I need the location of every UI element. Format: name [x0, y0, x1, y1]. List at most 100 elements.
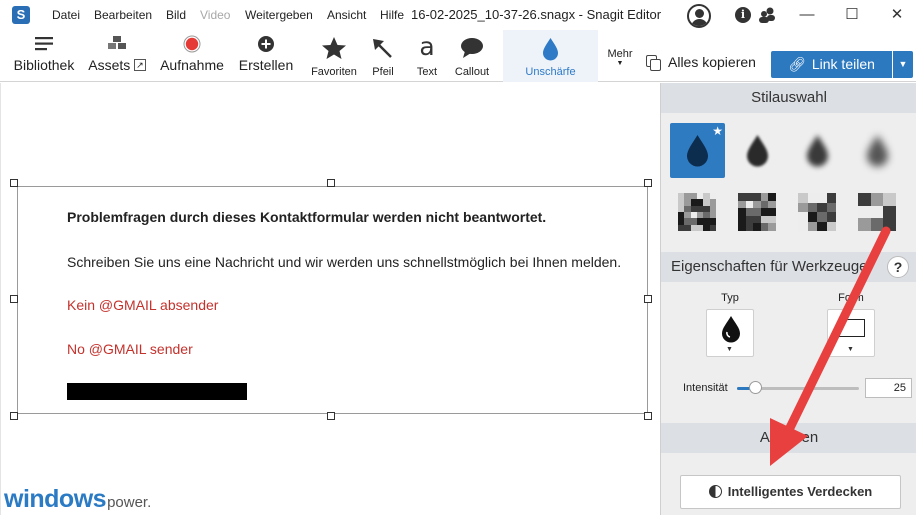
- pixelate-icon: [858, 193, 896, 231]
- chevron-down-icon: ▼: [847, 346, 854, 353]
- text-tool[interactable]: a Text: [408, 30, 446, 82]
- callout-tool[interactable]: Callout: [450, 30, 494, 82]
- record-icon: [183, 35, 201, 53]
- library-label: Bibliothek: [13, 57, 75, 73]
- maximize-button[interactable]: ☐: [843, 6, 861, 24]
- watermark-main: windows: [4, 485, 107, 513]
- tool-properties-header: Eigenschaften für Werkzeuge: [661, 252, 916, 282]
- canvas[interactable]: Problemfragen durch dieses Kontaktformul…: [0, 83, 660, 515]
- style-header: Stilauswahl: [661, 83, 916, 113]
- boxes-icon: [108, 36, 126, 49]
- speech-bubble-icon: [461, 38, 483, 58]
- capture-text-message: Schreiben Sie uns eine Nachricht und wir…: [67, 254, 622, 270]
- favorites-tool[interactable]: Favoriten: [306, 30, 362, 82]
- window-title: 16-02-2025_10-37-26.snagx - Snagit Edito…: [411, 7, 662, 22]
- redaction-bar: [67, 383, 247, 400]
- style-swatch-blur-2[interactable]: [790, 123, 845, 178]
- arrow-tool-icon: [373, 39, 392, 58]
- chevron-down-icon: ▼: [726, 346, 733, 353]
- menu-video: Video: [200, 8, 231, 22]
- copy-icon: [646, 55, 662, 72]
- intensity-slider-handle[interactable]: [749, 381, 763, 394]
- style-swatch-blur-1[interactable]: [730, 123, 785, 178]
- link-icon: 🔗︎: [788, 56, 806, 72]
- style-swatch-blur-3[interactable]: [850, 123, 905, 178]
- water-drop-icon: [722, 316, 740, 343]
- copy-all-label: Alles kopieren: [668, 54, 756, 70]
- menu-hilfe[interactable]: Hilfe: [380, 8, 404, 22]
- callout-label: Callout: [454, 66, 490, 78]
- style-swatch-pixel-1[interactable]: [670, 183, 725, 238]
- watermark-logo: windowspower.: [4, 485, 151, 514]
- more-button[interactable]: Mehr ▼: [602, 30, 638, 82]
- minimize-button[interactable]: —: [798, 6, 816, 24]
- library-button[interactable]: Bibliothek: [8, 30, 80, 82]
- style-swatch-selected[interactable]: ★: [670, 123, 725, 178]
- text-label: Text: [416, 66, 438, 78]
- snagit-app-icon[interactable]: S: [12, 6, 30, 24]
- resize-handle-bottom-left[interactable]: [10, 412, 18, 420]
- resize-handle-top[interactable]: [327, 179, 335, 187]
- toolbar: Bibliothek Assets ↗ Aufnahme Erstellen F…: [0, 30, 916, 82]
- resize-handle-bottom[interactable]: [327, 412, 335, 420]
- community-icon[interactable]: [758, 6, 776, 24]
- style-swatch-pixel-2[interactable]: [730, 183, 785, 238]
- chevron-down-icon: ▼: [616, 60, 624, 67]
- watermark-sub: power.: [107, 494, 152, 511]
- info-icon[interactable]: i: [735, 7, 751, 23]
- star-icon: ★: [712, 124, 723, 138]
- smart-redact-button[interactable]: Intelligentes Verdecken: [680, 475, 901, 509]
- chevron-down-icon: ▼: [898, 59, 908, 69]
- capture-image[interactable]: Problemfragen durch dieses Kontaktformul…: [17, 186, 648, 414]
- close-button[interactable]: ✕: [888, 6, 906, 24]
- water-drop-icon: [867, 135, 888, 167]
- menu-bearbeiten[interactable]: Bearbeiten: [94, 8, 152, 22]
- arrow-label: Pfeil: [372, 66, 394, 78]
- create-button[interactable]: Erstellen: [234, 30, 298, 82]
- water-drop-icon: [747, 135, 768, 167]
- blur-label: Unschärfe: [525, 66, 576, 78]
- menu-bild[interactable]: Bild: [166, 8, 186, 22]
- water-drop-icon: [807, 135, 828, 167]
- help-icon[interactable]: ?: [887, 256, 909, 278]
- pixelate-icon: [798, 193, 836, 231]
- type-dropdown[interactable]: ▼: [706, 309, 754, 357]
- assets-label: Assets ↗: [88, 57, 146, 73]
- resize-handle-bottom-right[interactable]: [644, 412, 652, 420]
- resize-handle-top-left[interactable]: [10, 179, 18, 187]
- rectangle-icon: [839, 319, 865, 337]
- intensity-input[interactable]: [865, 378, 912, 398]
- menu-weitergeben[interactable]: Weitergeben: [245, 8, 313, 22]
- copy-all-button[interactable]: Alles kopieren: [646, 54, 756, 72]
- share-options-dropdown[interactable]: ▼: [893, 51, 913, 78]
- assets-button[interactable]: Assets ↗: [84, 30, 150, 82]
- share-link-label: Link teilen: [811, 56, 875, 72]
- star-icon: [322, 37, 346, 59]
- capture-text-red-2: No @GMAIL sender: [67, 341, 193, 357]
- shape-label: Form: [838, 292, 864, 304]
- pixelate-icon: [738, 193, 776, 231]
- capture-button[interactable]: Aufnahme: [156, 30, 228, 82]
- water-drop-icon: [687, 135, 708, 167]
- style-swatch-pixel-4[interactable]: [850, 183, 905, 238]
- smart-redact-label: Intelligentes Verdecken: [727, 484, 873, 499]
- pixelate-icon: [678, 193, 716, 231]
- arrow-tool[interactable]: Pfeil: [364, 30, 402, 82]
- user-avatar-icon[interactable]: [687, 4, 711, 28]
- actions-header: Aktionen: [661, 423, 916, 453]
- capture-label: Aufnahme: [160, 57, 224, 73]
- external-link-icon: ↗: [134, 59, 146, 71]
- blur-tool[interactable]: Unschärfe: [503, 30, 598, 82]
- shape-dropdown[interactable]: ▼: [827, 309, 875, 357]
- style-swatch-pixel-3[interactable]: [790, 183, 845, 238]
- capture-text-red-1: Kein @GMAIL absender: [67, 297, 219, 313]
- create-label: Erstellen: [238, 57, 294, 73]
- share-link-button[interactable]: 🔗︎ Link teilen: [771, 51, 892, 78]
- resize-handle-left[interactable]: [10, 295, 18, 303]
- resize-handle-top-right[interactable]: [644, 179, 652, 187]
- capture-text-heading: Problemfragen durch dieses Kontaktformul…: [67, 209, 547, 225]
- title-bar: S Datei Bearbeiten Bild Video Weitergebe…: [0, 0, 916, 30]
- resize-handle-right[interactable]: [644, 295, 652, 303]
- menu-datei[interactable]: Datei: [52, 8, 80, 22]
- menu-ansicht[interactable]: Ansicht: [327, 8, 366, 22]
